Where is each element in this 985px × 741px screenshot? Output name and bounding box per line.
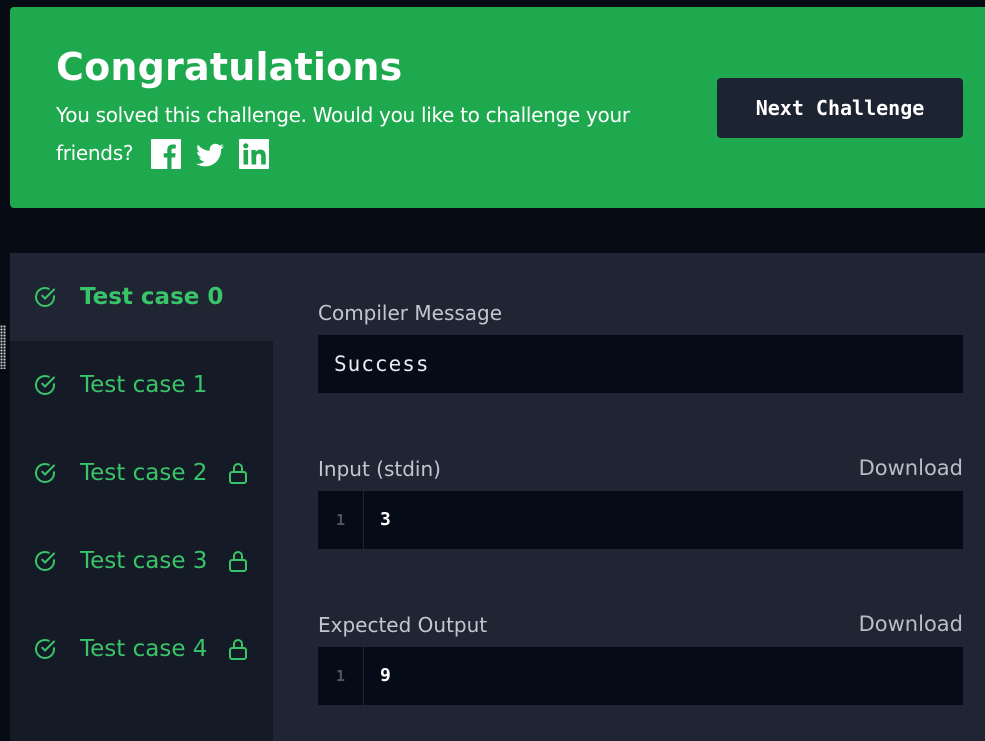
compiler-message-label: Compiler Message	[318, 301, 503, 325]
expected-output-label: Expected Output	[318, 613, 488, 637]
twitter-icon[interactable]	[195, 139, 225, 169]
compiler-message-value: Success	[334, 352, 430, 376]
line-gutter: 1	[318, 647, 364, 705]
social-share-row	[151, 138, 270, 169]
line-gutter: 1	[318, 491, 364, 549]
test-case-tab-4[interactable]: Test case 4	[10, 605, 273, 693]
lock-icon	[227, 637, 249, 661]
success-banner: Congratulations You solved this challeng…	[10, 7, 985, 208]
resize-handle[interactable]	[0, 325, 6, 369]
check-circle-icon	[33, 637, 57, 661]
linkedin-icon[interactable]	[239, 138, 270, 169]
check-circle-icon	[33, 373, 57, 397]
test-case-tab-3[interactable]: Test case 3	[10, 517, 273, 605]
expected-output-value: 9	[380, 665, 391, 686]
compiler-message-box: Success	[318, 335, 963, 393]
banner-message: You solved this challenge. Would you lik…	[56, 96, 656, 172]
test-case-tab-0[interactable]: Test case 0	[10, 253, 273, 341]
check-circle-icon	[33, 285, 57, 309]
expected-output-code-box: 1 9	[318, 647, 963, 705]
input-code-box: 1 3	[318, 491, 963, 549]
test-case-label: Test case 2	[80, 460, 208, 486]
input-value: 3	[380, 509, 391, 530]
input-label: Input (stdin)	[318, 457, 441, 481]
test-case-label: Test case 4	[80, 636, 208, 662]
test-case-label: Test case 1	[80, 372, 208, 398]
test-case-tab-1[interactable]: Test case 1	[10, 341, 273, 429]
banner-title: Congratulations	[56, 45, 403, 89]
test-case-tab-2[interactable]: Test case 2	[10, 429, 273, 517]
lock-icon	[227, 461, 249, 485]
test-case-label: Test case 0	[80, 284, 224, 310]
check-circle-icon	[33, 549, 57, 573]
next-challenge-button[interactable]: Next Challenge	[717, 78, 963, 138]
test-case-label: Test case 3	[80, 548, 208, 574]
facebook-icon[interactable]	[151, 138, 182, 169]
line-number: 1	[335, 511, 346, 529]
input-download-link[interactable]: Download	[859, 456, 963, 480]
expected-output-download-link[interactable]: Download	[859, 612, 963, 636]
page: Congratulations You solved this challeng…	[0, 0, 985, 741]
banner-message-text: You solved this challenge. Would you lik…	[56, 103, 630, 165]
lock-icon	[227, 549, 249, 573]
test-results-panel: Test case 0 Test case 1 Test case 2 Test…	[10, 253, 985, 741]
line-number: 1	[335, 667, 346, 685]
check-circle-icon	[33, 461, 57, 485]
